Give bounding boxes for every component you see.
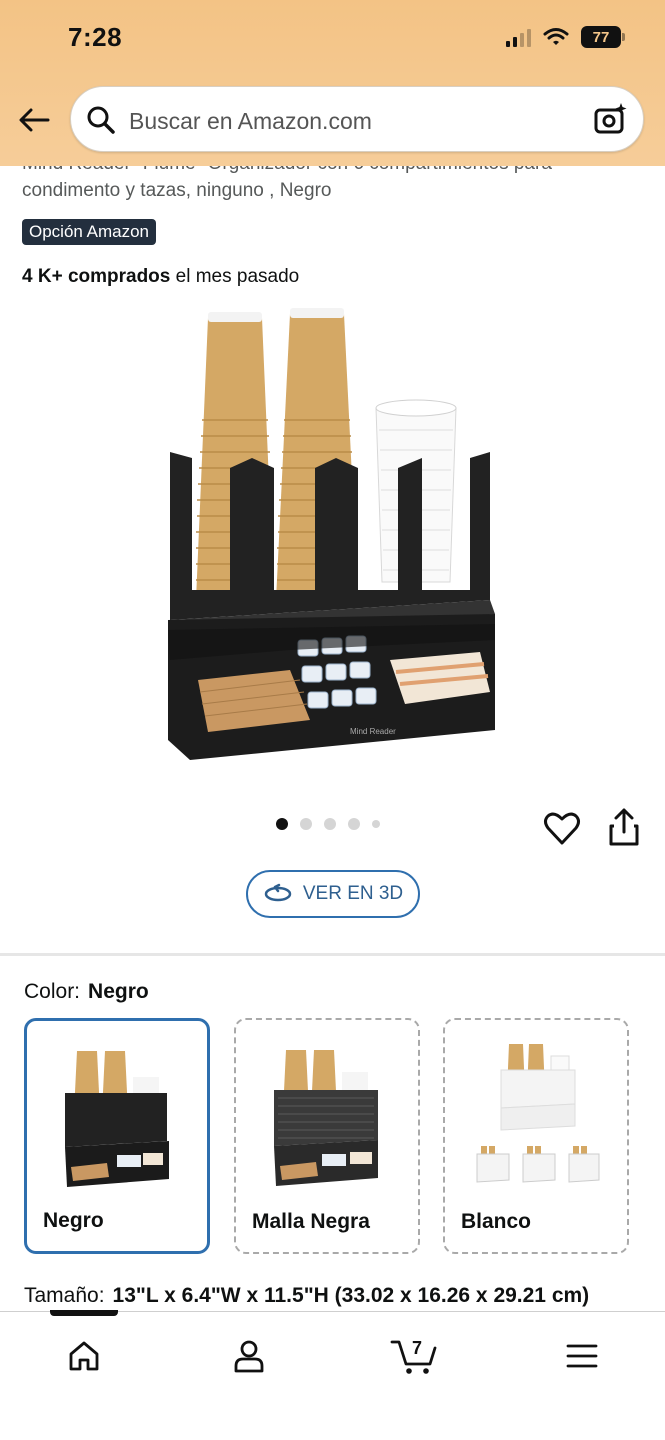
menu-icon [566, 1344, 598, 1368]
bought-count-bold: 4 K+ comprados [22, 266, 171, 287]
brand-logo-text: Mind Reader [350, 727, 396, 736]
color-option-blanco[interactable]: Blanco [443, 1018, 629, 1254]
color-thumbnail [65, 1051, 169, 1187]
back-arrow-icon[interactable] [16, 104, 52, 136]
color-option-label: Blanco [461, 1210, 532, 1233]
cart-icon: 7 [390, 1338, 437, 1374]
size-selection-label: Tamaño: 13"L x 6.4"W x 11.5"H (33.02 x 16… [24, 1284, 589, 1308]
search-input[interactable]: Buscar en Amazon.com [129, 108, 372, 135]
size-label: Tamaño: [24, 1284, 105, 1307]
rotate-3d-icon [264, 883, 292, 902]
battery-icon: 77 [581, 26, 625, 48]
carousel-dot[interactable] [300, 818, 312, 830]
image-carousel-dots[interactable] [276, 818, 380, 830]
color-thumbnail [476, 1044, 600, 1183]
nav-home[interactable] [58, 1330, 110, 1382]
cart-count: 7 [412, 1338, 422, 1358]
amazon-choice-badge: Opción Amazon [22, 219, 157, 245]
share-icon[interactable] [604, 806, 644, 848]
color-option-label: Negro [43, 1209, 104, 1232]
bought-count: 4 K+ comprados el mes pasado [22, 266, 299, 288]
app-header: 7:28 77 Buscar en Amazon.com [0, 0, 665, 166]
color-option-negro[interactable]: Negro [24, 1018, 210, 1254]
color-selected-value: Negro [88, 980, 149, 1003]
search-icon [87, 106, 115, 134]
carousel-dot[interactable] [348, 818, 360, 830]
status-time: 7:28 [68, 22, 123, 52]
nav-account[interactable] [223, 1330, 275, 1382]
view-3d-button[interactable]: VER EN 3D [246, 870, 420, 918]
product-image[interactable]: Mind Reader [150, 300, 510, 770]
color-option-malla-negra[interactable]: Malla Negra [234, 1018, 420, 1254]
camera-search-icon[interactable] [593, 101, 629, 137]
wifi-icon [543, 28, 569, 45]
carousel-dot[interactable] [324, 818, 336, 830]
heart-icon[interactable] [542, 808, 582, 848]
color-selection-label: Color: Negro [24, 980, 149, 1004]
color-thumbnail [274, 1050, 378, 1186]
bottom-nav-bar: 7 [0, 1310, 665, 1440]
size-value: 13"L x 6.4"W x 11.5"H (33.02 x 16.26 x 2… [112, 1284, 590, 1307]
bought-count-rest: el mes pasado [170, 266, 300, 287]
status-icons: 77 [506, 26, 625, 48]
color-option-label: Malla Negra [252, 1210, 370, 1233]
cellular-signal-icon [506, 27, 531, 47]
mini-organizers [476, 1146, 600, 1183]
nav-cart[interactable]: 7 [388, 1330, 440, 1382]
section-divider [0, 953, 665, 956]
nav-menu[interactable] [556, 1330, 608, 1382]
carousel-dot[interactable] [372, 820, 380, 828]
user-icon [234, 1340, 264, 1373]
carousel-dot-active[interactable] [276, 818, 288, 830]
color-label: Color: [24, 980, 81, 1003]
active-tab-indicator [50, 1310, 118, 1316]
view-3d-label: VER EN 3D [302, 883, 404, 904]
home-icon [69, 1341, 99, 1371]
search-bar[interactable]: Buscar en Amazon.com [70, 86, 644, 152]
